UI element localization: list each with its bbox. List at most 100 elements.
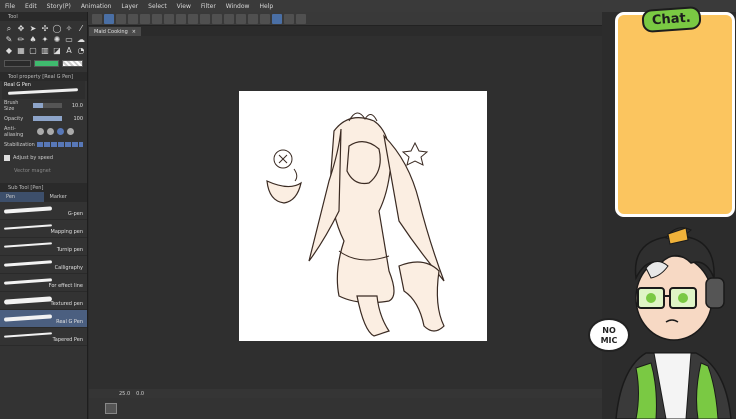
brush-item[interactable]: Textured pen (0, 292, 87, 310)
sub-color-swatch[interactable] (33, 60, 59, 67)
vector-magnet-row[interactable]: Vector magnet (0, 164, 87, 177)
undo-icon[interactable] (152, 13, 162, 24)
ruler-tool-icon[interactable]: ◪ (52, 46, 62, 55)
balloon-icon[interactable]: ◔ (76, 46, 86, 55)
move-layer-icon[interactable]: ✣ (40, 24, 50, 33)
brush-item-label: G-pen (67, 211, 83, 217)
brush-icon[interactable]: ♠ (28, 35, 38, 44)
eyedropper-icon[interactable]: ⁄ (76, 24, 86, 33)
chat-label: Chat. (641, 5, 702, 34)
new-file-icon[interactable] (116, 13, 126, 24)
grid-icon[interactable] (296, 13, 306, 24)
brush-preview: Real G Pen (2, 81, 85, 99)
menu-select[interactable]: Select (143, 3, 172, 10)
layout-icon[interactable] (104, 13, 114, 24)
decoration-icon[interactable]: ✺ (52, 35, 62, 44)
figure-icon[interactable]: ▢ (28, 46, 38, 55)
subtab-pen[interactable]: Pen (0, 192, 44, 202)
autoselect-icon[interactable]: ✧ (64, 24, 74, 33)
pen-icon[interactable]: ✎ (4, 35, 14, 44)
opacity-row[interactable]: Opacity 100 (0, 112, 87, 125)
snap-special-icon[interactable] (284, 13, 294, 24)
adjust-speed-checkbox[interactable] (4, 154, 10, 161)
loading-icon[interactable] (176, 13, 186, 24)
bottom-bar (89, 398, 608, 419)
menu-view[interactable]: View (172, 3, 196, 10)
menu-file[interactable]: File (0, 3, 20, 10)
opacity-value[interactable]: 100 (65, 116, 83, 122)
brush-size-slider[interactable] (33, 103, 62, 108)
menu-window[interactable]: Window (221, 3, 255, 10)
deselect-icon[interactable] (224, 13, 234, 24)
clear-icon[interactable] (188, 13, 198, 24)
brush-item-label: Textured pen (50, 301, 84, 307)
menu-animation[interactable]: Animation (76, 3, 117, 10)
stabilization-row[interactable]: Stabilization (0, 138, 87, 151)
lasso-icon[interactable]: ◯ (52, 24, 62, 33)
vector-magnet-label: Vector magnet (14, 167, 51, 174)
color-swatches (0, 58, 87, 69)
save-icon[interactable] (140, 13, 150, 24)
brush-name: Real G Pen (4, 82, 31, 88)
tool-property-tab[interactable]: Tool property [Real G Pen] (0, 72, 87, 81)
pencil-icon[interactable]: ✏ (16, 35, 26, 44)
angle-value[interactable]: 0.0 (136, 391, 144, 397)
brush-item-selected[interactable]: Real G Pen (0, 310, 87, 328)
menu-story[interactable]: Story(P) (42, 3, 76, 10)
anti-aliasing-row[interactable]: Anti-aliasing (0, 125, 87, 138)
open-file-icon[interactable] (128, 13, 138, 24)
tool-tab[interactable]: Tool (0, 12, 87, 21)
invert-icon[interactable] (248, 13, 258, 24)
airbrush-icon[interactable]: ✦ (40, 35, 50, 44)
operation-icon[interactable]: ➤ (28, 24, 38, 33)
transform-icon[interactable] (212, 13, 222, 24)
brush-item[interactable]: Tapered Pen (0, 328, 87, 346)
zoom-value[interactable]: 25.0 (119, 391, 130, 397)
fill-icon[interactable] (200, 13, 210, 24)
blend-icon[interactable]: ☁ (76, 35, 86, 44)
menu-edit[interactable]: Edit (20, 3, 42, 10)
main-color-swatch[interactable] (4, 60, 31, 67)
adjust-speed-row[interactable]: Adjust by speed (0, 151, 87, 164)
text-icon[interactable]: A (64, 46, 74, 55)
brush-item[interactable]: Turnip pen (0, 238, 87, 256)
zoom-icon[interactable]: ⌕ (4, 24, 14, 33)
streamer-avatar (615, 227, 732, 419)
menu-icon[interactable] (92, 13, 102, 24)
transparent-swatch[interactable] (61, 60, 83, 67)
brush-item[interactable]: For effect line (0, 274, 87, 292)
aa-none-option[interactable] (37, 128, 44, 135)
brush-item[interactable]: Calligraphy (0, 256, 87, 274)
navigator-icon[interactable] (105, 403, 117, 414)
brush-item-label: Real G Pen (56, 319, 83, 325)
document-tab[interactable]: Maid Cooking × (89, 27, 141, 36)
hand-icon[interactable]: ✥ (16, 24, 26, 33)
brush-item[interactable]: G-pen (0, 202, 87, 220)
gradient-icon[interactable]: ▦ (16, 46, 26, 55)
menu-layer[interactable]: Layer (116, 3, 143, 10)
brush-size-row[interactable]: Brush Size 10.0 (0, 99, 87, 112)
close-icon[interactable]: × (132, 29, 136, 35)
aa-strong-option[interactable] (67, 128, 74, 135)
sub-tool-tab[interactable]: Sub Tool [Pen] (0, 183, 87, 192)
canvas-paper[interactable] (239, 91, 487, 341)
fill-tool-icon[interactable]: ◆ (4, 46, 14, 55)
ruler-icon[interactable] (260, 13, 270, 24)
menu-help[interactable]: Help (254, 3, 278, 10)
stabilization-slider[interactable] (37, 142, 83, 147)
aa-medium-option[interactable] (57, 128, 64, 135)
eraser-icon[interactable]: ▭ (64, 35, 74, 44)
menu-filter[interactable]: Filter (196, 3, 221, 10)
redo-icon[interactable] (164, 13, 174, 24)
snap-icon[interactable] (272, 13, 282, 24)
brush-size-value[interactable]: 10.0 (65, 103, 83, 109)
sub-tool-groups: Pen Marker (0, 192, 87, 202)
aa-weak-option[interactable] (47, 128, 54, 135)
stabilization-label: Stabilization (4, 141, 35, 148)
subtab-marker[interactable]: Marker (44, 192, 88, 202)
crop-icon[interactable] (236, 13, 246, 24)
frame-icon[interactable]: ▥ (40, 46, 50, 55)
opacity-slider[interactable] (33, 116, 62, 121)
brush-item[interactable]: Mapping pen (0, 220, 87, 238)
brush-item-label: Tapered Pen (52, 337, 83, 343)
